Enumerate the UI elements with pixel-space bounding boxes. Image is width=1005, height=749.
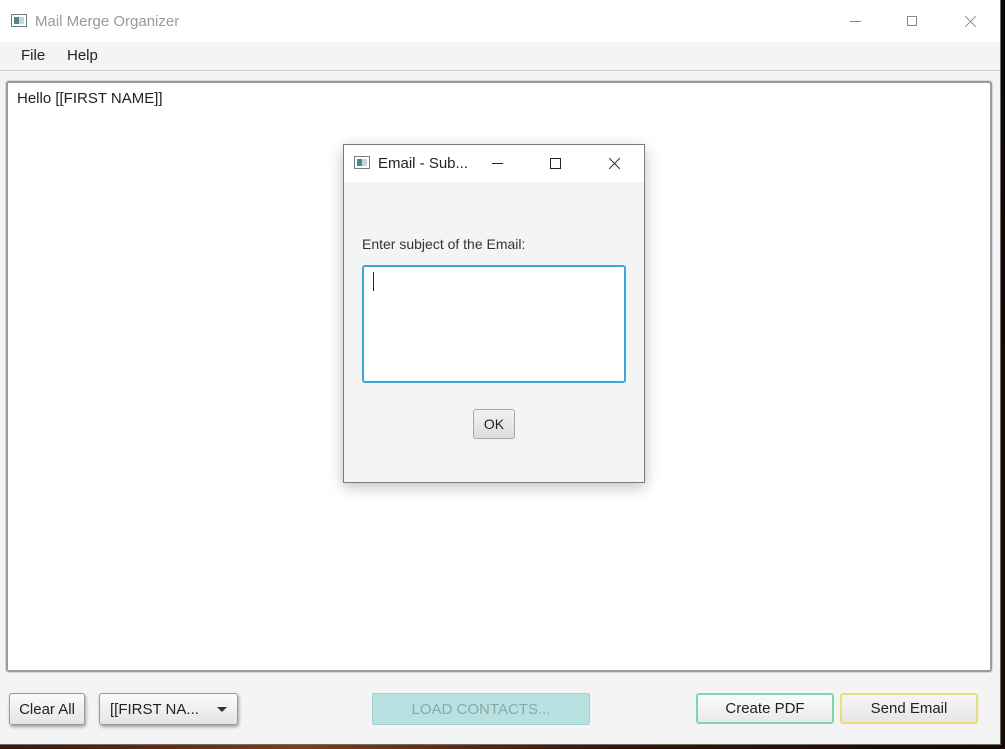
dialog-close-button[interactable]: [585, 145, 643, 182]
maximize-button[interactable]: [883, 0, 941, 42]
title-bar[interactable]: Mail Merge Organizer: [0, 0, 1000, 42]
email-subject-dialog: Email - Sub... Enter subject of the Emai…: [343, 144, 645, 483]
clear-all-button[interactable]: Clear All: [9, 693, 85, 725]
load-contacts-button[interactable]: LOAD CONTACTS...: [372, 693, 590, 725]
close-button[interactable]: [941, 0, 999, 42]
text-caret: [373, 272, 374, 291]
dialog-app-icon: [354, 156, 370, 169]
chevron-down-icon: [217, 706, 227, 712]
dialog-maximize-button[interactable]: [526, 145, 584, 182]
ok-button[interactable]: OK: [473, 409, 515, 439]
subject-input[interactable]: [362, 265, 626, 383]
menu-help[interactable]: Help: [65, 47, 100, 64]
menu-bar: File Help: [0, 42, 1000, 71]
window-title: Mail Merge Organizer: [35, 13, 180, 30]
minimize-icon: [849, 20, 861, 22]
minimize-icon: [491, 163, 503, 164]
placeholder-combo-value: [[FIRST NA...: [110, 700, 199, 718]
dialog-title: Email - Sub...: [378, 155, 469, 172]
close-icon: [608, 157, 621, 170]
dialog-minimize-button[interactable]: [468, 145, 526, 182]
app-icon: [11, 14, 27, 27]
create-pdf-button[interactable]: Create PDF: [696, 693, 834, 724]
editor-content: Hello [[FIRST NAME]]: [17, 90, 163, 107]
minimize-button[interactable]: [826, 0, 884, 42]
maximize-icon: [549, 158, 561, 169]
send-email-button[interactable]: Send Email: [840, 693, 978, 724]
maximize-icon: [907, 16, 917, 26]
menu-file[interactable]: File: [19, 47, 47, 64]
subject-prompt-label: Enter subject of the Email:: [362, 236, 526, 252]
dialog-title-bar[interactable]: Email - Sub...: [344, 145, 644, 182]
close-icon: [964, 15, 977, 28]
placeholder-combo[interactable]: [[FIRST NA...: [99, 693, 238, 725]
